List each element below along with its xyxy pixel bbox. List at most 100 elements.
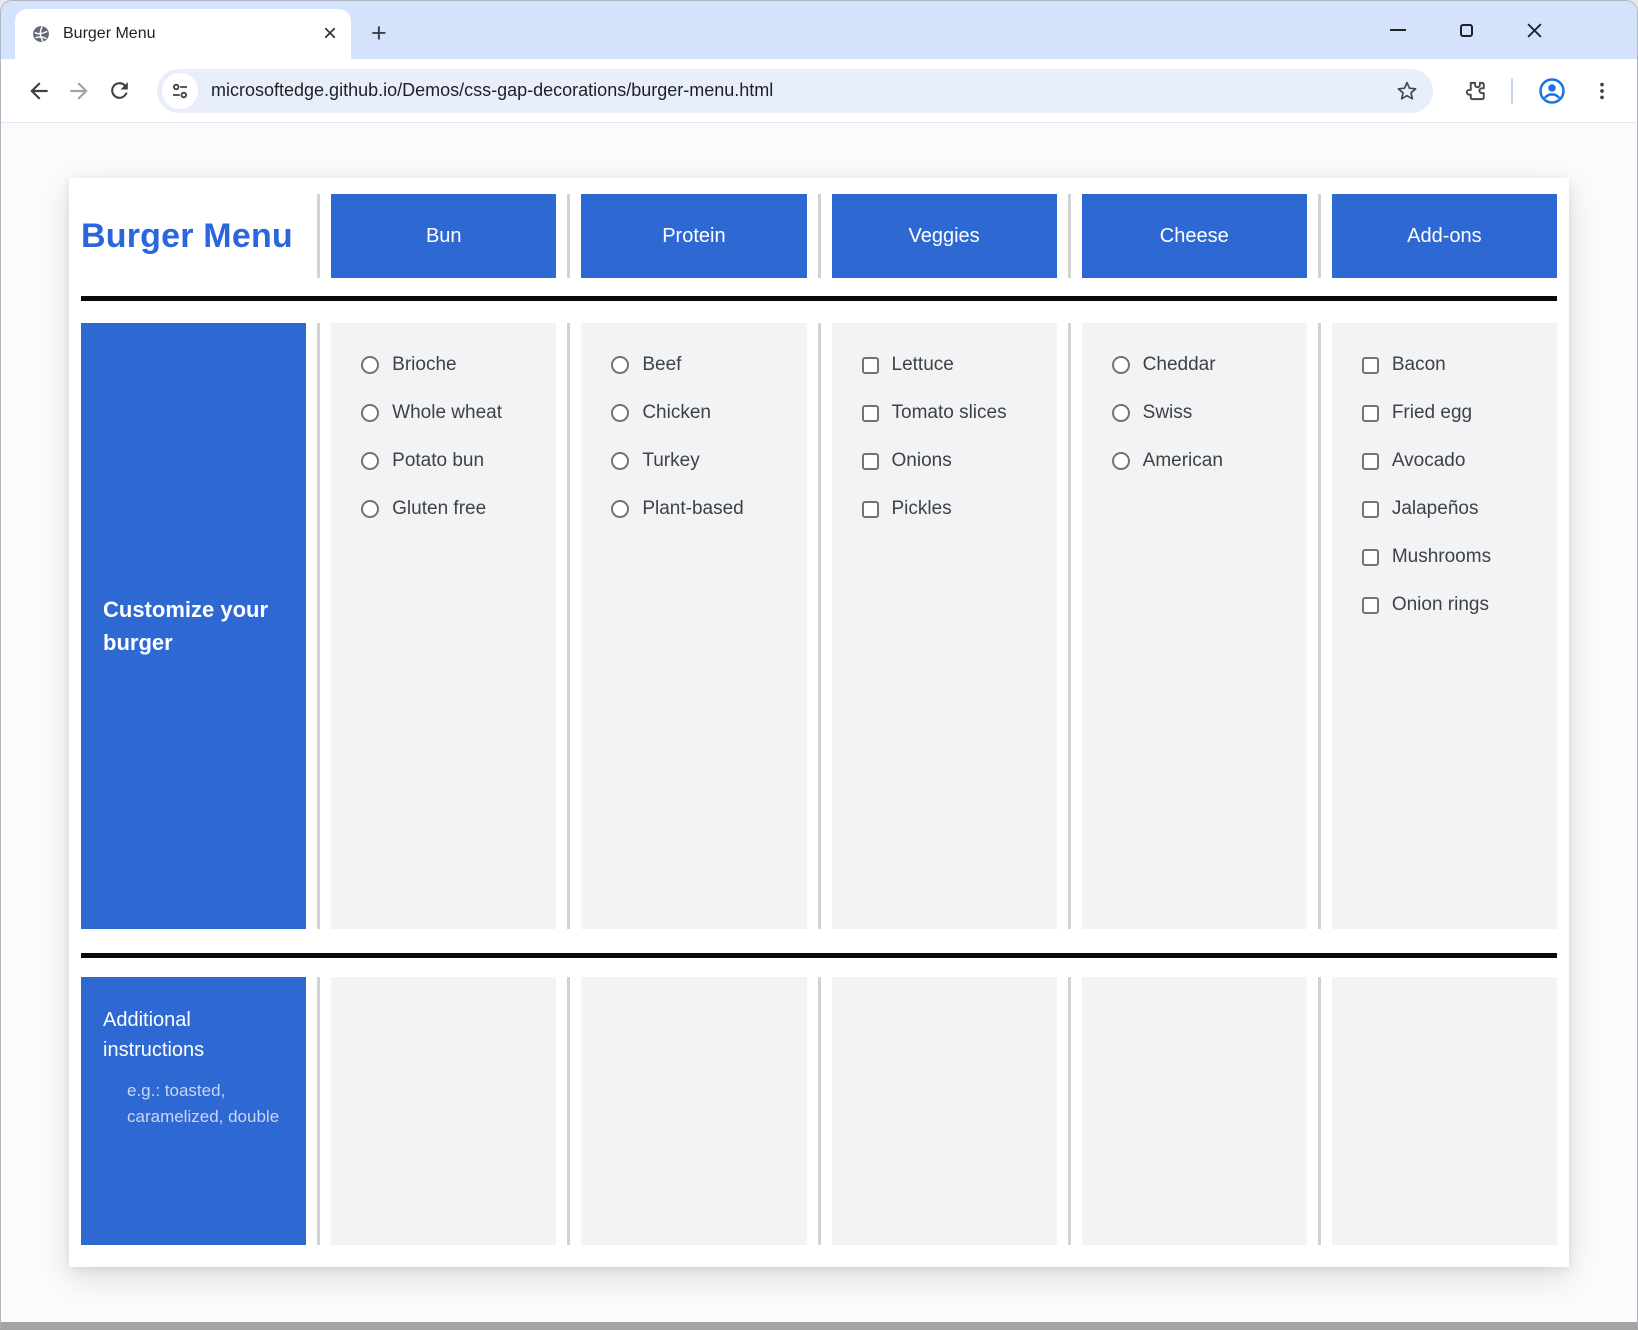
bookmark-button[interactable] xyxy=(1395,79,1419,103)
option-checkbox-mushrooms[interactable] xyxy=(1362,549,1379,566)
header-cell-add-ons: Add-ons xyxy=(1332,194,1557,278)
option-radio-american[interactable] xyxy=(1112,452,1130,470)
instructions-row: Additional instructions e.g.: toasted, c… xyxy=(81,977,1557,1245)
notes-cell-cheese xyxy=(1082,977,1307,1245)
option-item-bacon[interactable]: Bacon xyxy=(1362,350,1549,380)
notes-cell-bun xyxy=(331,977,556,1245)
column-header-button-cheese[interactable]: Cheese xyxy=(1082,194,1307,278)
option-checkbox-avocado[interactable] xyxy=(1362,453,1379,470)
reload-icon xyxy=(107,78,132,103)
new-tab-button[interactable]: + xyxy=(371,20,387,47)
notes-cell-veggies xyxy=(832,977,1057,1245)
option-radio-turkey[interactable] xyxy=(611,452,629,470)
option-item-potato-bun[interactable]: Potato bun xyxy=(361,446,548,476)
option-checkbox-onion-rings[interactable] xyxy=(1362,597,1379,614)
option-item-swiss[interactable]: Swiss xyxy=(1112,398,1299,428)
notes-textarea-add-ons[interactable] xyxy=(1332,977,1557,1245)
option-checkbox-onions[interactable] xyxy=(862,453,879,470)
option-radio-cheddar[interactable] xyxy=(1112,356,1130,374)
notes-textarea-protein[interactable] xyxy=(581,977,806,1245)
option-item-pickles[interactable]: Pickles xyxy=(862,494,1049,524)
menu-button[interactable] xyxy=(1591,80,1613,102)
column-header-button-veggies[interactable]: Veggies xyxy=(832,194,1057,278)
option-item-american[interactable]: American xyxy=(1112,446,1299,476)
option-label: Chicken xyxy=(642,402,711,424)
option-radio-whole-wheat[interactable] xyxy=(361,404,379,422)
header-cell-veggies: Veggies xyxy=(832,194,1057,278)
toolbar-right-icons xyxy=(1461,76,1619,106)
tab-close-icon[interactable]: × xyxy=(323,22,337,46)
option-checkbox-tomato-slices[interactable] xyxy=(862,405,879,422)
address-bar[interactable]: microsoftedge.github.io/Demos/css-gap-de… xyxy=(157,69,1433,113)
kebab-dots-icon xyxy=(1591,80,1613,102)
minimize-icon xyxy=(1390,29,1406,31)
option-radio-plant-based[interactable] xyxy=(611,500,629,518)
option-checkbox-pickles[interactable] xyxy=(862,501,879,518)
option-label: Onion rings xyxy=(1392,594,1489,616)
header-row: Burger Menu BunProteinVeggiesCheeseAdd-o… xyxy=(81,194,1557,278)
browser-tab[interactable]: Burger Menu × xyxy=(15,9,351,59)
option-item-chicken[interactable]: Chicken xyxy=(611,398,798,428)
header-cell-bun: Bun xyxy=(331,194,556,278)
minimize-button[interactable] xyxy=(1378,10,1418,50)
option-radio-beef[interactable] xyxy=(611,356,629,374)
maximize-button[interactable] xyxy=(1446,10,1486,50)
notes-textarea-cheese[interactable] xyxy=(1082,977,1307,1245)
page-viewport: Burger Menu BunProteinVeggiesCheeseAdd-o… xyxy=(1,123,1637,1323)
option-label: Lettuce xyxy=(892,354,954,376)
option-item-plant-based[interactable]: Plant-based xyxy=(611,494,798,524)
option-label: Turkey xyxy=(642,450,699,472)
option-item-brioche[interactable]: Brioche xyxy=(361,350,548,380)
option-item-jalape-os[interactable]: Jalapeños xyxy=(1362,494,1549,524)
option-item-turkey[interactable]: Turkey xyxy=(611,446,798,476)
option-radio-swiss[interactable] xyxy=(1112,404,1130,422)
extensions-button[interactable] xyxy=(1461,78,1487,104)
tab-title: Burger Menu xyxy=(63,25,311,43)
option-item-avocado[interactable]: Avocado xyxy=(1362,446,1549,476)
instructions-banner: Additional instructions e.g.: toasted, c… xyxy=(81,977,306,1245)
option-item-onions[interactable]: Onions xyxy=(862,446,1049,476)
option-item-onion-rings[interactable]: Onion rings xyxy=(1362,590,1549,620)
option-radio-brioche[interactable] xyxy=(361,356,379,374)
option-label: Brioche xyxy=(392,354,456,376)
header-cell-cheese: Cheese xyxy=(1082,194,1307,278)
back-button[interactable] xyxy=(19,71,59,111)
option-item-fried-egg[interactable]: Fried egg xyxy=(1362,398,1549,428)
reload-button[interactable] xyxy=(99,71,139,111)
option-item-whole-wheat[interactable]: Whole wheat xyxy=(361,398,548,428)
options-column-cheese: Cheddar Swiss American xyxy=(1082,323,1307,929)
site-info-button[interactable] xyxy=(162,73,198,109)
option-item-mushrooms[interactable]: Mushrooms xyxy=(1362,542,1549,572)
option-radio-chicken[interactable] xyxy=(611,404,629,422)
customize-banner: Customize your burger xyxy=(81,323,306,929)
option-checkbox-fried-egg[interactable] xyxy=(1362,405,1379,422)
burger-menu-card: Burger Menu BunProteinVeggiesCheeseAdd-o… xyxy=(69,178,1569,1267)
column-header-button-add-ons[interactable]: Add-ons xyxy=(1332,194,1557,278)
option-checkbox-bacon[interactable] xyxy=(1362,357,1379,374)
notes-textarea-bun[interactable] xyxy=(331,977,556,1245)
option-item-cheddar[interactable]: Cheddar xyxy=(1112,350,1299,380)
option-radio-potato-bun[interactable] xyxy=(361,452,379,470)
option-item-beef[interactable]: Beef xyxy=(611,350,798,380)
notes-textarea-veggies[interactable] xyxy=(832,977,1057,1245)
option-label: Cheddar xyxy=(1143,354,1216,376)
star-icon xyxy=(1395,79,1419,103)
option-item-lettuce[interactable]: Lettuce xyxy=(862,350,1049,380)
option-checkbox-jalape-os[interactable] xyxy=(1362,501,1379,518)
instructions-label: Additional instructions xyxy=(103,1005,284,1065)
option-item-gluten-free[interactable]: Gluten free xyxy=(361,494,548,524)
profile-button[interactable] xyxy=(1537,76,1567,106)
close-button[interactable] xyxy=(1514,10,1554,50)
option-label: Pickles xyxy=(892,498,952,520)
header-cell-protein: Protein xyxy=(581,194,806,278)
column-header-button-protein[interactable]: Protein xyxy=(581,194,806,278)
option-radio-gluten-free[interactable] xyxy=(361,500,379,518)
url-text: microsoftedge.github.io/Demos/css-gap-de… xyxy=(211,80,773,101)
forward-button[interactable] xyxy=(59,71,99,111)
option-checkbox-lettuce[interactable] xyxy=(862,357,879,374)
options-column-protein: Beef Chicken Turkey Plant-based xyxy=(581,323,806,929)
options-column-bun: Brioche Whole wheat Potato bun Gluten free xyxy=(331,323,556,929)
column-header-button-bun[interactable]: Bun xyxy=(331,194,556,278)
customize-label: Customize your burger xyxy=(103,593,284,659)
option-item-tomato-slices[interactable]: Tomato slices xyxy=(862,398,1049,428)
